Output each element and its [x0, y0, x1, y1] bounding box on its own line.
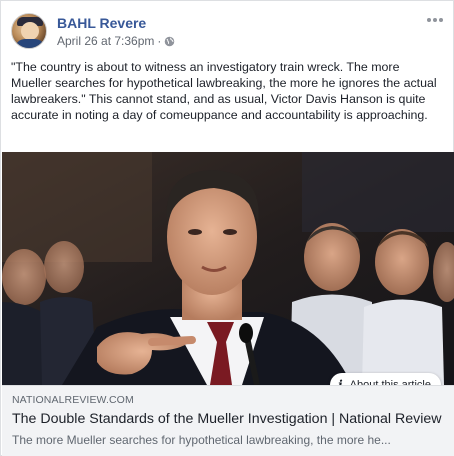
author-name[interactable]: BAHL Revere: [57, 15, 146, 31]
photo-illustration: [2, 152, 454, 385]
post-header: BAHL Revere April 26 at 7:36pm ·: [11, 13, 443, 53]
link-preview[interactable]: NATIONALREVIEW.COM The Double Standards …: [2, 385, 454, 456]
link-description: The more Mueller searches for hypothetic…: [12, 433, 391, 447]
globe-icon[interactable]: [164, 36, 175, 47]
facebook-post: BAHL Revere April 26 at 7:36pm · "The co…: [0, 0, 454, 456]
avatar[interactable]: [11, 13, 47, 49]
link-title[interactable]: The Double Standards of the Mueller Inve…: [12, 411, 444, 427]
post-timestamp[interactable]: April 26 at 7:36pm: [57, 34, 154, 48]
link-domain: NATIONALREVIEW.COM: [12, 394, 134, 406]
meta-separator: ·: [157, 34, 162, 48]
post-text: "The country is about to witness an inve…: [11, 60, 437, 122]
more-options-icon[interactable]: [427, 15, 443, 25]
post-meta: April 26 at 7:36pm ·: [57, 34, 175, 48]
article-image[interactable]: [2, 152, 454, 385]
